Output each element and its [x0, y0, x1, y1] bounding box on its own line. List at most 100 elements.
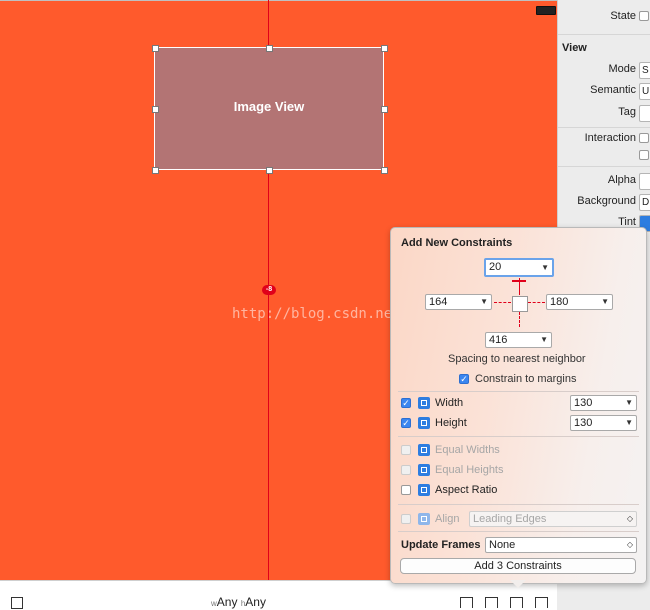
chevron-updown-icon: ◇ [626, 540, 633, 549]
size-class-control[interactable]: wAny hAny [211, 595, 266, 609]
background-select[interactable]: D [639, 194, 650, 211]
inspector-divider [558, 127, 650, 128]
state-checkbox[interactable] [639, 11, 649, 21]
bottom-constraint-strut-icon[interactable] [519, 312, 520, 327]
add-constraints-button[interactable]: Add 3 Constraints [400, 558, 636, 574]
watermark-text: http://blog.csdn.net [232, 306, 401, 322]
resolve-issues-icon[interactable] [535, 597, 548, 608]
equal-heights-checkbox[interactable] [401, 465, 411, 475]
resize-handle-bottom-left[interactable] [152, 167, 159, 174]
add-constraints-popover: Add New Constraints 20 ▼ 164 ▼ 180 ▼ 416… [390, 227, 647, 584]
user-interaction-checkbox[interactable] [639, 133, 649, 143]
interaction-row: Interaction [558, 130, 650, 148]
mode-label: Mode [608, 63, 636, 75]
constrain-margins-label: Constrain to margins [475, 373, 577, 385]
chevron-down-icon: ▼ [540, 335, 548, 344]
inspector-divider [558, 166, 650, 167]
multiple-touch-checkbox[interactable] [639, 150, 649, 160]
interaction-label: Interaction [584, 132, 636, 144]
width-constraint-icon [418, 397, 430, 409]
align-icon[interactable] [485, 597, 498, 608]
update-frames-label: Update Frames [401, 539, 481, 551]
battery-icon [536, 6, 556, 15]
aspect-ratio-checkbox[interactable] [401, 485, 411, 495]
height-class-value: Any [245, 595, 266, 609]
align-select[interactable]: Leading Edges ◇ [469, 511, 637, 527]
height-checkbox[interactable]: ✓ [401, 418, 411, 428]
image-view[interactable]: Image View [154, 47, 384, 170]
top-spacing-field[interactable]: 20 ▼ [484, 258, 554, 277]
popover-arrow [510, 580, 526, 588]
popover-divider [398, 504, 639, 505]
popover-divider [398, 391, 639, 392]
width-class-value: Any [216, 595, 238, 609]
spacing-nearest-neighbor-label: Spacing to nearest neighbor [448, 353, 586, 365]
document-outline-toggle-icon[interactable] [11, 597, 23, 609]
chevron-down-icon: ▼ [601, 297, 609, 306]
height-constraint-icon [418, 417, 430, 429]
leading-spacing-value: 164 [429, 296, 448, 308]
leading-constraint-strut-icon[interactable] [494, 302, 511, 303]
top-strut-cap [512, 280, 526, 282]
background-label: Background [577, 195, 636, 207]
width-checkbox[interactable]: ✓ [401, 398, 411, 408]
inspector-divider [558, 34, 650, 35]
alpha-field[interactable] [639, 173, 650, 190]
trailing-spacing-value: 180 [550, 296, 569, 308]
canvas-top-border [0, 0, 557, 1]
resize-handle-top-right[interactable] [381, 45, 388, 52]
resize-handle-left[interactable] [152, 106, 159, 113]
bottom-spacing-value: 416 [489, 334, 508, 346]
update-frames-select[interactable]: None ◇ [485, 537, 637, 553]
equal-widths-icon [418, 444, 430, 456]
height-value-field[interactable]: 130 ▼ [570, 415, 637, 431]
semantic-row: Semantic U [558, 82, 650, 100]
image-view-label: Image View [233, 99, 305, 114]
mode-row: Mode S [558, 61, 650, 79]
chevron-down-icon: ▼ [541, 263, 549, 272]
popover-divider [398, 531, 639, 532]
constraint-badge[interactable]: -8 [262, 285, 276, 295]
equal-widths-checkbox[interactable] [401, 445, 411, 455]
popover-divider [398, 436, 639, 437]
pin-icon[interactable] [510, 597, 523, 608]
width-value: 130 [574, 397, 593, 409]
mode-select[interactable]: S [639, 62, 650, 79]
alpha-row: Alpha [558, 172, 650, 190]
view-section-title: View [562, 42, 587, 54]
top-spacing-value: 20 [489, 261, 502, 273]
resize-handle-top-left[interactable] [152, 45, 159, 52]
chevron-down-icon: ▼ [625, 398, 633, 407]
resize-handle-right[interactable] [381, 106, 388, 113]
selected-view-square-icon [512, 296, 528, 312]
background-row: Background D [558, 193, 650, 211]
height-value: 130 [574, 417, 593, 429]
leading-spacing-field[interactable]: 164 ▼ [425, 294, 492, 310]
width-value-field[interactable]: 130 ▼ [570, 395, 637, 411]
alpha-label: Alpha [607, 174, 636, 186]
resize-handle-bottom[interactable] [266, 167, 273, 174]
height-label: Height [435, 417, 467, 429]
state-row: State [558, 8, 650, 26]
trailing-constraint-strut-icon[interactable] [528, 302, 545, 303]
chevron-updown-icon: ◇ [626, 514, 633, 523]
equal-heights-icon [418, 464, 430, 476]
constrain-margins-checkbox[interactable]: ✓ [459, 374, 469, 384]
equal-heights-label: Equal Heights [435, 464, 504, 476]
align-value: Leading Edges [473, 513, 547, 525]
resize-handle-top[interactable] [266, 45, 273, 52]
aspect-ratio-icon [418, 484, 430, 496]
equal-widths-label: Equal Widths [435, 444, 500, 456]
trailing-spacing-field[interactable]: 180 ▼ [546, 294, 613, 310]
tag-field[interactable] [639, 105, 650, 122]
resize-handle-bottom-right[interactable] [381, 167, 388, 174]
bottom-spacing-field[interactable]: 416 ▼ [485, 332, 552, 348]
state-label: State [610, 10, 636, 22]
multiple-touch-row [558, 147, 650, 165]
popover-title: Add New Constraints [401, 237, 513, 249]
align-checkbox[interactable] [401, 514, 411, 524]
semantic-label: Semantic [590, 84, 636, 96]
stack-icon[interactable] [460, 597, 473, 608]
semantic-select[interactable]: U [639, 83, 650, 100]
update-frames-value: None [489, 539, 516, 551]
